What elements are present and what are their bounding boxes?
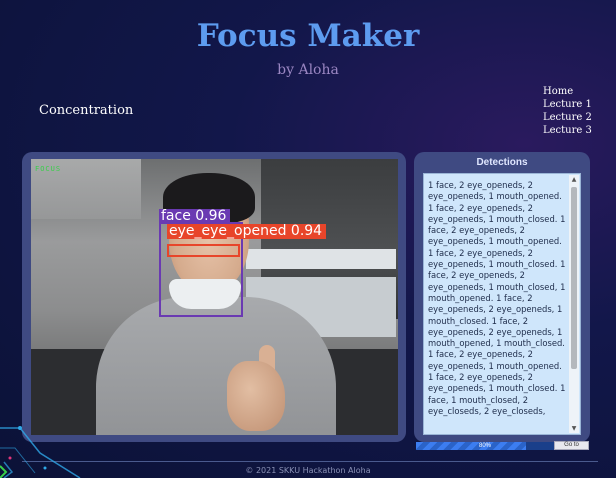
scroll-down-arrow-icon[interactable]: ▼	[569, 424, 579, 433]
nav-item-lecture-3[interactable]: Lecture 3	[543, 124, 592, 137]
person-hoodie	[96, 297, 336, 435]
detections-log-box[interactable]: 1 face, 2 eye_openeds, 2 eye_openeds, 1 …	[423, 173, 581, 435]
person-hand	[227, 361, 285, 431]
page: Focus Maker by Aloha Concentration Home …	[0, 0, 616, 478]
section-label: Concentration	[39, 103, 134, 118]
detections-scrollbar[interactable]: ▲ ▼	[569, 175, 579, 433]
face-detection-label: face 0.96	[159, 209, 231, 224]
goto-button[interactable]: Go to	[554, 441, 589, 450]
circuit-decoration-icon	[0, 426, 81, 478]
nav-item-home[interactable]: Home	[543, 85, 592, 98]
app-subtitle: by Aloha	[277, 62, 339, 78]
scrollbar-thumb[interactable]	[571, 187, 577, 369]
progress-label: 80%	[478, 443, 491, 449]
background-window	[246, 249, 396, 269]
nav-menu: Home Lecture 1 Lecture 2 Lecture 3	[543, 85, 592, 137]
app-title: Focus Maker	[196, 18, 420, 54]
eye-detection-label: eye_eye_opened 0.94	[167, 224, 327, 239]
detections-log-text: 1 face, 2 eye_openeds, 2 eye_openeds, 1 …	[428, 180, 566, 416]
progress-bar: 80%	[416, 442, 554, 450]
detections-title: Detections	[476, 157, 528, 168]
scroll-up-arrow-icon[interactable]: ▲	[569, 175, 579, 184]
focus-overlay-label: FOCUS	[35, 165, 62, 173]
eye-bounding-box	[167, 244, 240, 257]
nav-item-lecture-2[interactable]: Lecture 2	[543, 111, 592, 124]
nav-item-lecture-1[interactable]: Lecture 1	[543, 98, 592, 111]
